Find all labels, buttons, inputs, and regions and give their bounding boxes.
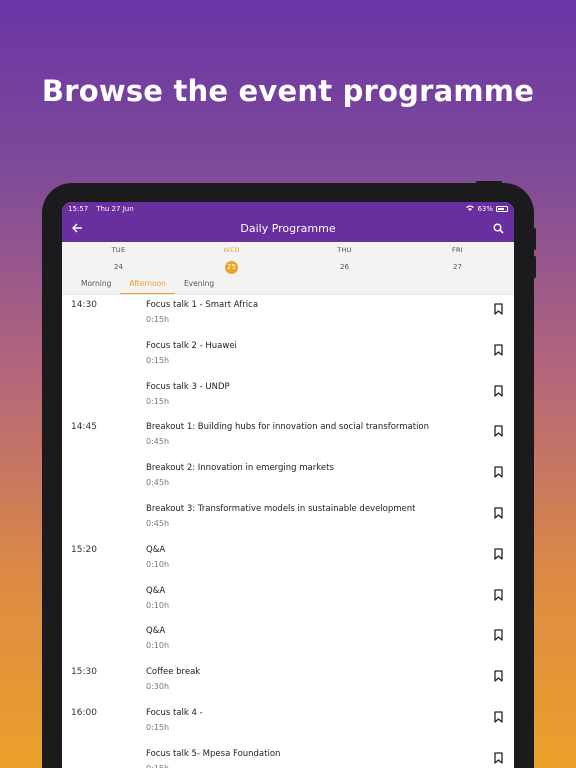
status-bar: 15:57 Thu 27 Jun 63% [62, 202, 514, 215]
bookmark-icon[interactable] [493, 545, 504, 560]
session-title: Breakout 1: Building hubs for innovation… [146, 422, 430, 433]
day-number: 27 [453, 263, 462, 271]
day-of-week: WED [223, 246, 240, 254]
bookmark-icon[interactable] [493, 341, 504, 356]
session-row[interactable]: 14:30 Focus talk 1 - Smart Africa 0:15h [62, 295, 514, 336]
session-duration: 0:45h [146, 478, 170, 488]
session-row[interactable]: Focus talk 2 - Huawei 0:15h [62, 336, 514, 377]
day-tab[interactable]: THU 26 [288, 242, 401, 272]
session-duration: 0:10h [146, 600, 170, 610]
tab-evening[interactable]: Evening [175, 272, 223, 294]
promo-headline: Browse the event programme [41, 74, 535, 108]
session-time: 14:45 [71, 422, 97, 433]
session-duration: 0:15h [146, 396, 170, 406]
tablet-side-button [533, 228, 536, 250]
day-number: 26 [340, 263, 349, 271]
search-icon[interactable] [490, 220, 506, 236]
day-of-week: THU [337, 246, 352, 254]
session-title: Focus talk 4 - [146, 707, 203, 718]
tablet-top-button [476, 181, 502, 184]
session-time: 16:00 [71, 707, 97, 718]
session-title: Coffee break [146, 667, 201, 678]
session-row[interactable]: Focus talk 5- Mpesa Foundation 0:15h [62, 744, 514, 768]
session-time: 15:30 [71, 667, 97, 678]
status-time: 15:57 [68, 204, 89, 213]
session-duration: 0:45h [146, 437, 170, 447]
session-title: Q&A [146, 544, 166, 555]
bookmark-icon[interactable] [493, 463, 504, 478]
bookmark-icon[interactable] [493, 382, 504, 397]
day-tab[interactable]: FRI 27 [401, 242, 514, 272]
session-row[interactable]: Focus talk 3 - UNDP 0:15h [62, 377, 514, 418]
wifi-icon [466, 205, 475, 213]
app-bar: Daily Programme [62, 215, 514, 242]
session-row[interactable]: 14:45 Breakout 1: Building hubs for innov… [62, 417, 514, 458]
session-title: Breakout 2: Innovation in emerging marke… [146, 463, 334, 474]
day-tab-selected[interactable]: WED 25 [175, 242, 288, 274]
session-row[interactable]: Q&A 0:10h [62, 621, 514, 662]
bookmark-icon[interactable] [493, 708, 504, 723]
day-selector: TUE 24 WED 25 THU 26 FRI 27 [62, 242, 514, 274]
day-of-week: FRI [451, 246, 464, 254]
session-row[interactable]: 15:30 Coffee break 0:30h [62, 662, 514, 703]
status-date: Thu 27 Jun [96, 204, 134, 213]
app-screen: 15:57 Thu 27 Jun 63% Daily Programme TUE… [62, 202, 514, 768]
day-tab[interactable]: TUE 24 [62, 242, 175, 272]
session-title: Focus talk 1 - Smart Africa [146, 300, 259, 310]
session-title: Q&A [146, 585, 166, 596]
session-time: 15:20 [71, 544, 97, 555]
session-duration: 0:15h [146, 722, 170, 732]
day-number: 25 [225, 261, 238, 274]
arrow-left-icon[interactable] [69, 220, 85, 236]
session-duration: 0:15h [146, 764, 169, 768]
session-row[interactable]: 15:20 Q&A 0:10h [62, 540, 514, 581]
session-title: Focus talk 3 - UNDP [146, 381, 230, 392]
page-title: Daily Programme [240, 222, 336, 235]
session-title: Breakout 3: Transformative models in sus… [146, 503, 416, 514]
bookmark-icon[interactable] [493, 667, 504, 682]
battery-percent: 63% [477, 204, 493, 213]
bookmark-icon[interactable] [493, 626, 504, 642]
bookmark-icon[interactable] [493, 300, 504, 315]
session-row[interactable]: Breakout 3: Transformative models in sus… [62, 499, 514, 540]
battery-icon [496, 205, 508, 212]
tab-morning[interactable]: Morning [72, 272, 120, 294]
bookmark-icon[interactable] [493, 422, 504, 438]
session-title: Focus talk 2 - Huawei [146, 340, 237, 351]
tab-afternoon[interactable]: Afternoon [120, 272, 175, 294]
session-duration: 0:15h [146, 315, 170, 324]
session-row[interactable]: 16:00 Focus talk 4 - 0:15h [62, 703, 514, 744]
session-list: 14:30 Focus talk 1 - Smart Africa 0:15h Foc… [62, 295, 514, 768]
day-of-week: TUE [111, 246, 126, 254]
period-tabs: Morning Afternoon Evening [62, 272, 514, 295]
session-title: Q&A [146, 626, 166, 637]
session-row[interactable]: Breakout 2: Innovation in emerging marke… [62, 458, 514, 499]
session-duration: 0:30h [146, 682, 170, 692]
session-row[interactable]: Q&A 0:10h [62, 581, 514, 622]
session-duration: 0:10h [146, 559, 170, 569]
session-duration: 0:45h [146, 518, 170, 528]
session-duration: 0:10h [146, 641, 170, 651]
bookmark-icon[interactable] [493, 586, 504, 601]
session-duration: 0:15h [146, 355, 170, 365]
session-time: 14:30 [71, 300, 97, 310]
tablet-side-button [533, 256, 536, 278]
bookmark-icon[interactable] [493, 749, 504, 764]
bookmark-icon[interactable] [493, 504, 504, 519]
session-title: Focus talk 5- Mpesa Foundation [146, 748, 281, 759]
